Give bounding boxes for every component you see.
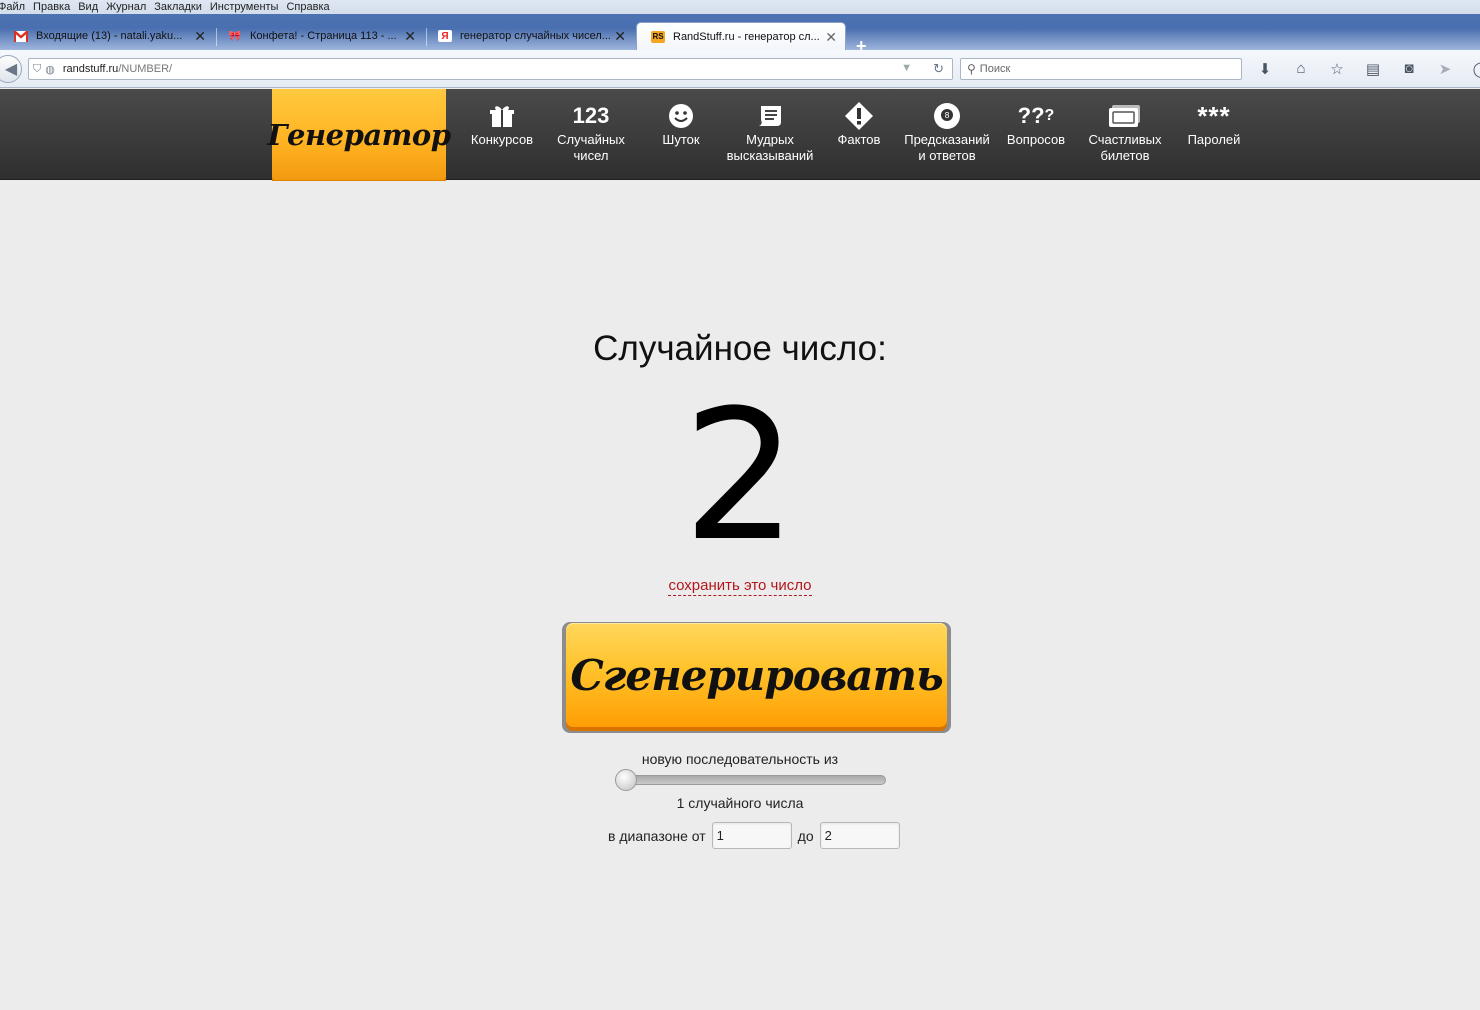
question-marks-icon: ??? — [1017, 103, 1055, 128]
tab-randstuff[interactable]: RS RandStuff.ru - генератор сл... ✕ — [636, 22, 846, 50]
nav-label: Фактов — [837, 132, 881, 147]
svg-text:8: 8 — [944, 111, 949, 120]
range-row: в диапазоне от до — [608, 822, 900, 849]
address-bar[interactable]: ⛉ ◍ randstuff.ru/NUMBER/ ▼ ↻ — [28, 58, 953, 80]
tab-gmail[interactable]: Входящие (13) - natali.yaku... ✕ — [0, 22, 214, 50]
send-icon[interactable]: ➤ — [1434, 60, 1456, 78]
nav-label: Мудрых высказываний — [726, 132, 814, 163]
back-arrow-icon[interactable]: ◀ — [0, 55, 22, 83]
nav-contests[interactable]: Конкурсов — [457, 100, 547, 148]
main-content: Случайное число: 2 сохранить это число С… — [0, 181, 1480, 1010]
nav-predictions[interactable]: 8 Предсказаний и ответов — [902, 100, 992, 164]
randstuff-icon: RS — [651, 30, 665, 43]
nav-random-numbers[interactable]: 123 Случайных чисел — [546, 100, 636, 164]
ticket-icon — [1080, 100, 1170, 132]
nav-wise-quotes[interactable]: Мудрых высказываний — [725, 100, 815, 164]
nav-label: Счастливых билетов — [1088, 132, 1162, 163]
smiley-icon — [636, 100, 726, 132]
numbers-123-icon: 123 — [572, 103, 610, 128]
logo-text: Генератор — [267, 117, 451, 152]
ribbon-icon: 🎀 — [228, 30, 242, 42]
menu-edit[interactable]: Правка — [33, 1, 78, 13]
save-number-link[interactable]: сохранить это число — [668, 577, 812, 596]
clipboard-icon[interactable]: ▤ — [1362, 60, 1384, 78]
tab-title: генератор случайных чисел... — [460, 30, 610, 42]
close-tab-icon[interactable]: ✕ — [404, 28, 416, 45]
download-icon[interactable]: ⬇ — [1254, 60, 1276, 78]
bookmark-star-icon[interactable]: ☆ — [1326, 60, 1348, 78]
tab-konfeta[interactable]: 🎀 Конфета! - Страница 113 - ... ✕ — [214, 22, 424, 50]
menu-bookmarks[interactable]: Закладки — [154, 1, 210, 13]
site-logo[interactable]: Генератор — [268, 89, 451, 180]
menu-file[interactable]: Файл — [0, 1, 33, 13]
toolbar-buttons: ⬇ ⌂ ☆ ▤ ◙ ➤ ◯ — [1254, 60, 1480, 78]
nav-label: Конкурсов — [470, 132, 534, 147]
nav-toolbar: ◀ ⛉ ◍ randstuff.ru/NUMBER/ ▼ ↻ ⚲ Поиск ⬇… — [0, 50, 1480, 88]
range-from-label: в диапазоне от — [608, 827, 706, 844]
exclamation-diamond-icon — [814, 100, 904, 132]
range-to-label: до — [797, 827, 814, 844]
asterisks-icon: *** — [1197, 101, 1231, 131]
gift-icon — [457, 100, 547, 132]
nav-questions[interactable]: ??? Вопросов — [991, 100, 1081, 148]
nav-label: Паролей — [1187, 132, 1241, 147]
nav-facts[interactable]: Фактов — [814, 100, 904, 148]
reload-icon[interactable]: ↻ — [933, 61, 944, 77]
tab-bar: Входящие (13) - natali.yaku... ✕ 🎀 Конфе… — [0, 14, 1480, 56]
chat-icon[interactable]: ◯ — [1470, 60, 1480, 78]
search-box[interactable]: ⚲ Поиск — [960, 58, 1242, 80]
nav-lucky-tickets[interactable]: Счастливых билетов — [1080, 100, 1170, 164]
range-to-input[interactable] — [819, 822, 900, 849]
slider-thumb[interactable] — [615, 769, 637, 791]
result-title: Случайное число: — [593, 329, 887, 368]
nav-jokes[interactable]: Шуток — [636, 100, 726, 148]
url-path: /NUMBER/ — [118, 63, 173, 75]
close-tab-icon[interactable]: ✕ — [194, 28, 206, 45]
home-icon[interactable]: ⌂ — [1290, 60, 1312, 78]
url-text: randstuff.ru/NUMBER/ — [63, 63, 172, 75]
generate-button[interactable]: Сгенерировать — [562, 622, 951, 733]
pocket-icon[interactable]: ◙ — [1398, 60, 1420, 78]
yandex-icon: Я — [438, 30, 452, 42]
generate-button-label: Сгенерировать — [570, 650, 943, 700]
menu-tools[interactable]: Инструменты — [210, 1, 287, 13]
tab-yandex[interactable]: Я генератор случайных чисел... ✕ — [424, 22, 634, 50]
search-icon: ⚲ — [967, 62, 976, 76]
close-tab-icon[interactable]: ✕ — [614, 28, 626, 45]
nav-passwords[interactable]: *** Паролей — [1169, 100, 1259, 148]
nav-label: Вопросов — [1006, 132, 1066, 147]
random-number-value: 2 — [682, 372, 798, 581]
menu-view[interactable]: Вид — [78, 1, 106, 13]
menu-history[interactable]: Журнал — [106, 1, 154, 13]
search-placeholder: Поиск — [979, 63, 1011, 75]
tab-title: RandStuff.ru - генератор сл... — [673, 30, 820, 43]
browser-menubar: Файл Правка Вид Журнал Закладки Инструме… — [0, 0, 1480, 14]
menu-help[interactable]: Справка — [286, 1, 337, 13]
scroll-icon — [725, 100, 815, 132]
count-slider[interactable] — [615, 769, 886, 791]
nav-label: Случайных чисел — [557, 132, 625, 163]
url-host: randstuff.ru — [62, 63, 119, 75]
tab-title: Конфета! - Страница 113 - ... — [250, 30, 397, 42]
shield-icon: ⛉ — [33, 62, 42, 75]
tab-title: Входящие (13) - natali.yaku... — [36, 30, 183, 42]
range-from-input[interactable] — [711, 822, 792, 849]
nav-label: Предсказаний и ответов — [904, 132, 990, 163]
globe-icon: ◍ — [45, 63, 55, 76]
sequence-label: новую последовательность из — [641, 751, 839, 767]
site-header: Генератор Конкурсов 123 Случайных чисел … — [0, 89, 1480, 180]
count-label: 1 случайного числа — [676, 795, 804, 811]
magic-8-ball-icon: 8 — [902, 100, 992, 132]
nav-label: Шуток — [662, 132, 700, 147]
history-dropdown-icon[interactable]: ▼ — [901, 62, 912, 74]
gmail-icon — [14, 30, 28, 42]
close-tab-icon[interactable]: ✕ — [825, 29, 837, 46]
